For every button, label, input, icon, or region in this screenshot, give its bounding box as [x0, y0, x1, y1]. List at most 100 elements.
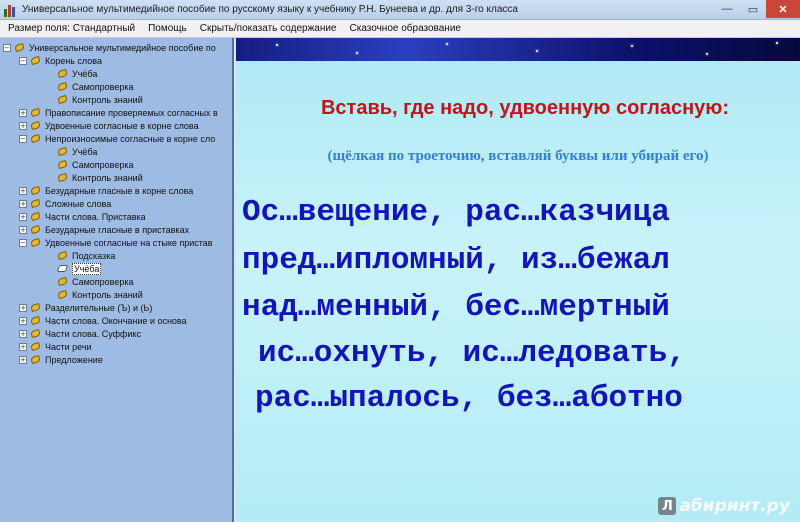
tree-node[interactable]: + Разделительные (Ъ) и (Ь)	[0, 301, 232, 314]
expand-icon[interactable]: +	[19, 121, 27, 130]
tree-node[interactable]: + Части слова. Суффикс	[0, 327, 232, 340]
tree-node[interactable]: Контроль знаний	[0, 288, 232, 301]
tree-node[interactable]: Подсказка	[0, 249, 232, 262]
tree-node[interactable]: Учёба	[0, 262, 232, 275]
tree-node[interactable]: Самопроверка	[0, 275, 232, 288]
book-icon	[30, 237, 41, 248]
tree-node-label: Непроизносимые согласные в корне сло	[45, 133, 216, 144]
book-icon	[30, 354, 41, 365]
expand-icon[interactable]: +	[19, 303, 27, 312]
labirint-logo-icon: Л	[658, 497, 677, 515]
tree-node[interactable]: + Сложные слова	[0, 197, 232, 210]
tree-node[interactable]: Учёба	[0, 145, 232, 158]
tree-node-label: Подсказка	[72, 250, 116, 261]
expand-icon[interactable]: +	[19, 212, 27, 221]
collapse-icon[interactable]: −	[19, 134, 27, 143]
expand-icon[interactable]: +	[19, 316, 27, 325]
collapse-icon[interactable]: −	[19, 238, 27, 247]
tree-node-label: Сложные слова	[45, 198, 112, 209]
tree-node[interactable]: Учёба	[0, 67, 232, 80]
expand-icon[interactable]: +	[19, 186, 27, 195]
tree-node[interactable]: − Непроизносимые согласные в корне сло	[0, 132, 232, 145]
word-line[interactable]: пред…ипломный, из…бежал	[242, 243, 670, 278]
window-title: Универсальное мультимедийное пособие по …	[22, 4, 518, 15]
word-line[interactable]: рас…ыпалось, без…аботно	[255, 381, 683, 416]
tree-node-label: Части слова. Окончание и основа	[45, 315, 187, 326]
tree-node[interactable]: Контроль знаний	[0, 93, 232, 106]
menu-field-size[interactable]: Размер поля: Стандартный	[8, 23, 135, 34]
menu-fairy-education[interactable]: Сказочное образование	[350, 23, 461, 34]
leaf-icon	[57, 250, 68, 261]
tree-node-label: Универсальное мультимедийное пособие по	[29, 42, 216, 53]
book-icon	[30, 198, 41, 209]
tree-node[interactable]: + Правописание проверяемых согласных в	[0, 106, 232, 119]
book-icon	[30, 224, 41, 235]
book-icon	[30, 328, 41, 339]
tree-node[interactable]: − Универсальное мультимедийное пособие по	[0, 41, 232, 54]
word-line[interactable]: Ос…вещение, рас…казчица	[242, 195, 670, 230]
tree-node[interactable]: + Предложение	[0, 353, 232, 366]
close-button[interactable]: ✕	[766, 0, 800, 18]
tree-node-label: Части речи	[45, 341, 92, 352]
book-icon	[30, 302, 41, 313]
tree-node-label: Самопроверка	[72, 81, 134, 92]
minimize-button[interactable]: —	[714, 0, 740, 18]
expand-icon[interactable]: +	[19, 355, 27, 364]
tree-node-label: Учёба	[72, 146, 98, 157]
leaf-icon	[57, 172, 68, 183]
leaf-icon	[57, 276, 68, 287]
leaf-icon	[57, 146, 68, 157]
collapse-icon[interactable]: −	[3, 43, 11, 52]
tree-node-label: Части слова. Суффикс	[45, 328, 141, 339]
collapse-icon[interactable]: −	[19, 56, 27, 65]
tree-node[interactable]: Самопроверка	[0, 80, 232, 93]
tree-node[interactable]: Контроль знаний	[0, 171, 232, 184]
leaf-icon	[57, 159, 68, 170]
leaf-icon	[57, 94, 68, 105]
expand-icon[interactable]: +	[19, 199, 27, 208]
tree-node-label: Части слова. Приставка	[45, 211, 146, 222]
tree-node[interactable]: − Корень слова	[0, 54, 232, 67]
tree-node[interactable]: + Части слова. Окончание и основа	[0, 314, 232, 327]
watermark-text: абиринт.ру	[679, 496, 790, 516]
expand-icon[interactable]: +	[19, 108, 27, 117]
tree-node[interactable]: + Части речи	[0, 340, 232, 353]
title-bar: Универсальное мультимедийное пособие по …	[0, 0, 800, 20]
tree-node-label: Контроль знаний	[72, 94, 143, 105]
leaf-icon	[57, 68, 68, 79]
tree-node-label: Контроль знаний	[72, 289, 143, 300]
app-icon	[4, 3, 18, 17]
tree-node-label: Учёба	[72, 68, 98, 79]
book-icon	[30, 341, 41, 352]
tree-node[interactable]: − Удвоенные согласные на стыке пристав	[0, 236, 232, 249]
tree-node-label: Самопроверка	[72, 159, 134, 170]
tree-node[interactable]: + Безударные гласные в приставках	[0, 223, 232, 236]
book-icon	[30, 55, 41, 66]
word-line[interactable]: ис…охнуть, ис…ледовать,	[258, 336, 686, 371]
window-controls: — ▭ ✕	[714, 0, 800, 20]
tree-node-label: Учёба	[72, 262, 102, 275]
expand-icon[interactable]: +	[19, 329, 27, 338]
expand-icon[interactable]: +	[19, 342, 27, 351]
book-icon	[30, 211, 41, 222]
lesson-instruction: (щёлкая по троеточию, вставляй буквы или…	[327, 148, 709, 164]
tree-node[interactable]: + Удвоенные согласные в корне слова	[0, 119, 232, 132]
book-icon	[30, 133, 41, 144]
tree-node[interactable]: + Безударные гласные в корне слова	[0, 184, 232, 197]
maximize-button[interactable]: ▭	[740, 0, 766, 18]
tree-node[interactable]: Самопроверка	[0, 158, 232, 171]
tree-node-label: Предложение	[45, 354, 103, 365]
expand-icon[interactable]: +	[19, 225, 27, 234]
lesson-heading: Вставь, где надо, удвоенную согласную:	[320, 97, 730, 119]
word-line[interactable]: над…менный, бес…мертный	[242, 290, 670, 325]
tree-node-label: Удвоенные согласные на стыке пристав	[45, 237, 213, 248]
menu-toggle-contents[interactable]: Скрыть/показать содержание	[200, 23, 337, 34]
menu-help[interactable]: Помощь	[148, 23, 187, 34]
book-icon	[30, 107, 41, 118]
starfield-banner	[236, 38, 800, 61]
tree-node-label: Безударные гласные в приставках	[45, 224, 190, 235]
book-icon	[30, 185, 41, 196]
tree-node-label: Разделительные (Ъ) и (Ь)	[45, 302, 153, 313]
leaf-icon	[57, 81, 68, 92]
tree-node[interactable]: + Части слова. Приставка	[0, 210, 232, 223]
